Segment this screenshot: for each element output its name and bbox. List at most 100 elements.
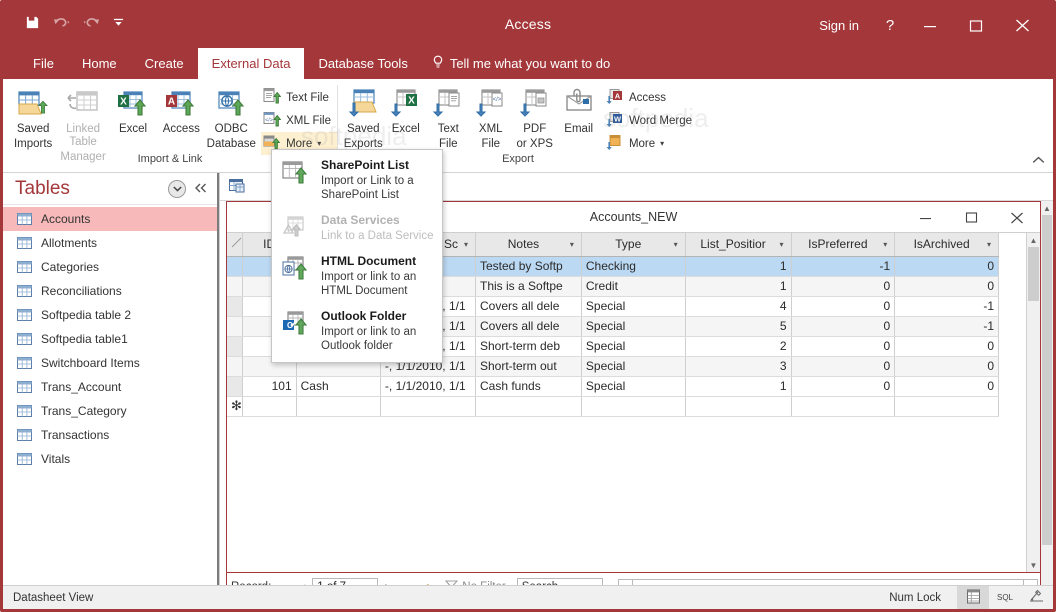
cell-lookup-new[interactable] — [380, 396, 477, 417]
row-selector[interactable] — [227, 356, 243, 377]
new-record-row[interactable]: ✻ — [227, 396, 999, 417]
chevron-down-icon[interactable]: ▾ — [777, 240, 787, 249]
export-access-button[interactable]: A Access — [604, 86, 698, 109]
sidebar-item-softpedia-table1[interactable]: Softpedia table1 — [3, 327, 217, 351]
tab-external-data[interactable]: External Data — [197, 48, 305, 79]
sidebar-item-trans-account[interactable]: Trans_Account — [3, 375, 217, 399]
new-record-marker[interactable]: ✻ — [227, 396, 243, 417]
cell-isarchived-new[interactable] — [894, 396, 999, 417]
cell-notes[interactable]: Covers all dele — [475, 296, 582, 317]
word-merge-button[interactable]: W Word Merge — [604, 109, 698, 132]
sidebar-item-transactions[interactable]: Transactions — [3, 423, 217, 447]
chevron-down-icon[interactable]: ▾ — [317, 139, 321, 148]
cell-ispreferred[interactable]: 0 — [791, 276, 896, 297]
saved-imports-button[interactable]: Saved Imports — [9, 83, 57, 151]
cell-type[interactable]: Special — [581, 316, 686, 337]
chevron-down-icon[interactable]: ▾ — [461, 240, 471, 249]
cell-ispreferred[interactable]: -1 — [791, 256, 896, 277]
cell-ispreferred[interactable]: 0 — [791, 356, 896, 377]
row-selector[interactable] — [227, 336, 243, 357]
cell-isarchived[interactable]: 0 — [894, 336, 999, 357]
cell-type[interactable]: Special — [581, 296, 686, 317]
minimize-button[interactable] — [907, 3, 953, 48]
cell-isarchived[interactable]: 0 — [894, 356, 999, 377]
table-row[interactable]: 101 Cash -, 1/1/2010, 1/1 Cash funds Spe… — [227, 376, 999, 397]
odbc-database-button[interactable]: ODBC Database — [205, 83, 257, 151]
export-excel-button[interactable]: X Excel — [385, 83, 428, 136]
scroll-up-icon[interactable]: ▲ — [1041, 201, 1053, 215]
import-access-button[interactable]: A Access — [157, 83, 205, 136]
cell-notes[interactable]: This is a Softpe — [475, 276, 582, 297]
cell-list-position[interactable]: 5 — [685, 316, 792, 337]
design-view-button[interactable] — [1021, 586, 1053, 610]
datasheet-vertical-scrollbar[interactable]: ▲ ▼ — [1026, 233, 1040, 572]
sidebar-item-categories[interactable]: Categories — [3, 255, 217, 279]
row-selector[interactable] — [227, 316, 243, 337]
cell-type[interactable]: Credit — [581, 276, 686, 297]
cell-notes[interactable]: Covers all dele — [475, 316, 582, 337]
column-header-ispreferred[interactable]: IsPreferred ▾ — [791, 233, 896, 257]
chevron-down-icon[interactable]: ▾ — [567, 240, 577, 249]
cell-list-position[interactable]: 3 — [685, 356, 792, 377]
tell-me-search[interactable]: Tell me what you want to do — [432, 48, 610, 79]
cell-notes-new[interactable] — [475, 396, 582, 417]
cell-name-new[interactable] — [296, 396, 381, 417]
import-text-file-button[interactable]: Text File — [261, 86, 337, 109]
close-button[interactable] — [999, 3, 1045, 48]
cell-id-new[interactable] — [242, 396, 297, 417]
chevron-down-icon[interactable]: ▾ — [880, 240, 890, 249]
cell-notes[interactable]: Short-term deb — [475, 336, 582, 357]
row-selector[interactable] — [227, 276, 243, 297]
cell-id[interactable]: 101 — [242, 376, 297, 397]
column-header-isarchived[interactable]: IsArchived ▾ — [894, 233, 999, 257]
column-header-type[interactable]: Type ▾ — [581, 233, 686, 257]
cell-type[interactable]: Checking — [581, 256, 686, 277]
cell-isarchived[interactable]: 0 — [894, 256, 999, 277]
export-pdf-xps-button[interactable]: PDF or XPS — [512, 83, 557, 151]
cell-lookup[interactable]: -, 1/1/2010, 1/1 — [380, 376, 477, 397]
cell-ispreferred[interactable]: 0 — [791, 376, 896, 397]
cell-list-position[interactable]: 4 — [685, 296, 792, 317]
cell-type-new[interactable] — [581, 396, 686, 417]
chevron-down-icon[interactable]: ▾ — [984, 240, 994, 249]
chevron-down-icon[interactable]: ▾ — [660, 139, 664, 148]
collapse-ribbon-icon[interactable] — [1032, 154, 1045, 168]
sidebar-item-vitals[interactable]: Vitals — [3, 447, 217, 471]
cell-list-position[interactable]: 2 — [685, 336, 792, 357]
sidebar-item-trans-category[interactable]: Trans_Category — [3, 399, 217, 423]
cell-ispreferred[interactable]: 0 — [791, 296, 896, 317]
cell-ispreferred[interactable]: 0 — [791, 336, 896, 357]
document-minimize-button[interactable] — [902, 202, 948, 233]
vertical-scroll-thumb[interactable] — [1042, 215, 1052, 545]
help-button[interactable]: ? — [873, 17, 907, 34]
cell-list-position[interactable]: 1 — [685, 256, 792, 277]
import-excel-button[interactable]: X Excel — [109, 83, 157, 136]
sidebar-item-softpedia-table-2[interactable]: Softpedia table 2 — [3, 303, 217, 327]
saved-exports-button[interactable]: Saved Exports — [342, 83, 385, 151]
tab-create[interactable]: Create — [131, 48, 198, 79]
vertical-scroll-thumb[interactable] — [1028, 247, 1039, 301]
column-header-list-position[interactable]: List_Positior ▾ — [685, 233, 792, 257]
tab-database-tools[interactable]: Database Tools — [304, 48, 421, 79]
scroll-down-icon[interactable]: ▼ — [1027, 558, 1040, 572]
document-close-button[interactable] — [994, 202, 1040, 233]
row-selector[interactable] — [227, 256, 243, 277]
tab-home[interactable]: Home — [68, 48, 131, 79]
cell-type[interactable]: Special — [581, 336, 686, 357]
cell-isarchived[interactable]: -1 — [894, 316, 999, 337]
sign-in-button[interactable]: Sign in — [805, 18, 873, 33]
sidebar-item-switchboard-items[interactable]: Switchboard Items — [3, 351, 217, 375]
cell-list-position[interactable]: 1 — [685, 376, 792, 397]
row-selector[interactable] — [227, 376, 243, 397]
row-selector[interactable] — [227, 296, 243, 317]
document-restore-button[interactable] — [948, 202, 994, 233]
cell-ispreferred-new[interactable] — [791, 396, 896, 417]
double-chevron-left-icon[interactable] — [194, 181, 207, 196]
sql-view-button[interactable]: SQL — [989, 586, 1021, 610]
sidebar-item-allotments[interactable]: Allotments — [3, 231, 217, 255]
scroll-up-icon[interactable]: ▲ — [1027, 233, 1040, 247]
cell-isarchived[interactable]: 0 — [894, 376, 999, 397]
export-xml-file-button[interactable]: </> XML File — [470, 83, 513, 151]
sidebar-item-reconciliations[interactable]: Reconciliations — [3, 279, 217, 303]
cell-isarchived[interactable]: -1 — [894, 296, 999, 317]
